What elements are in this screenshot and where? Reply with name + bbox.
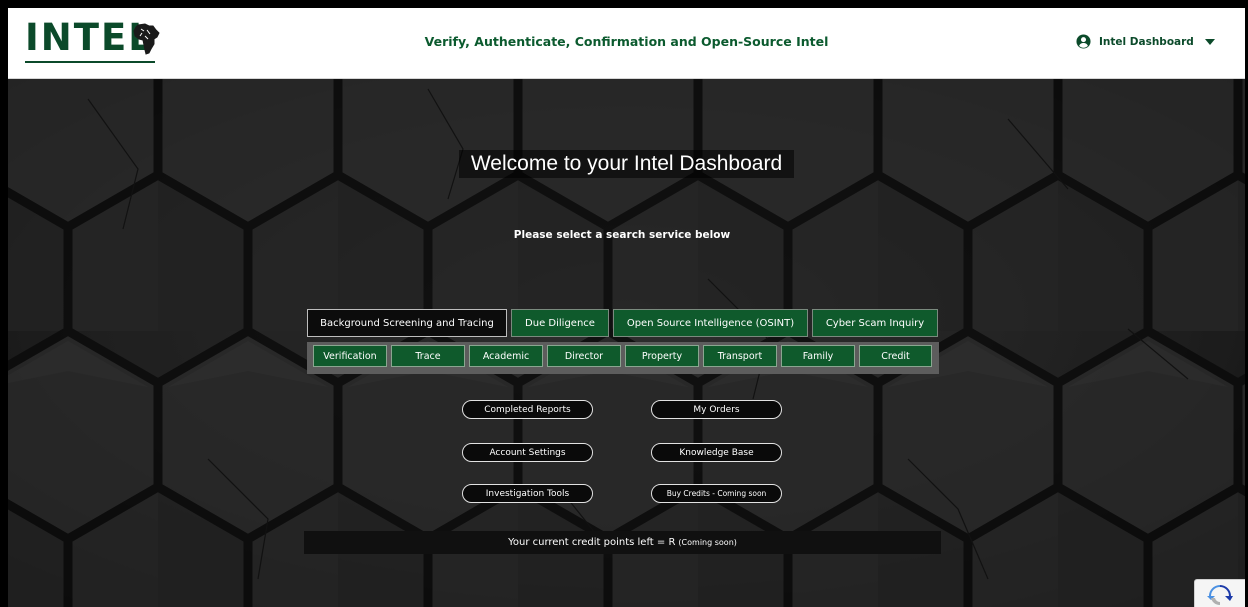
investigation-tools-button[interactable]: Investigation Tools bbox=[462, 484, 593, 503]
service-prompt: Please select a search service below bbox=[513, 229, 731, 241]
subtab-academic[interactable]: Academic bbox=[469, 345, 543, 367]
logo-underline bbox=[25, 61, 155, 63]
completed-reports-button[interactable]: Completed Reports bbox=[462, 400, 593, 419]
subtab-property[interactable]: Property bbox=[625, 345, 699, 367]
service-tabs: Background Screening and Tracing Due Dil… bbox=[307, 309, 942, 337]
subtab-director[interactable]: Director bbox=[547, 345, 621, 367]
recaptcha-icon bbox=[1207, 585, 1233, 606]
subtab-transport[interactable]: Transport bbox=[703, 345, 777, 367]
user-menu-dropdown[interactable]: Intel Dashboard bbox=[1076, 34, 1215, 49]
tab-due-diligence[interactable]: Due Diligence bbox=[511, 309, 609, 337]
subtab-trace[interactable]: Trace bbox=[391, 345, 465, 367]
credit-points-text: Your current credit points left = R bbox=[508, 537, 676, 548]
credit-points-bar: Your current credit points left = R (Com… bbox=[304, 531, 941, 554]
my-orders-button[interactable]: My Orders bbox=[651, 400, 782, 419]
site-tagline: Verify, Authenticate, Confirmation and O… bbox=[424, 34, 829, 49]
welcome-heading: Welcome to your Intel Dashboard bbox=[458, 150, 795, 178]
subtab-credit[interactable]: Credit bbox=[859, 345, 932, 367]
tab-cyber-scam-inquiry[interactable]: Cyber Scam Inquiry bbox=[812, 309, 938, 337]
buy-credits-button[interactable]: Buy Credits - Coming soon bbox=[651, 484, 782, 503]
top-header: INTEL Verify, Authenticate, Confirmation… bbox=[8, 8, 1245, 79]
user-circle-icon bbox=[1076, 34, 1091, 49]
tab-background-screening[interactable]: Background Screening and Tracing bbox=[307, 309, 507, 337]
subtab-verification[interactable]: Verification bbox=[313, 345, 387, 367]
account-settings-button[interactable]: Account Settings bbox=[462, 443, 593, 462]
dashboard-main: Welcome to your Intel Dashboard Please s… bbox=[8, 79, 1245, 607]
caret-down-icon bbox=[1204, 38, 1215, 45]
subservice-bar: Verification Trace Academic Director Pro… bbox=[307, 342, 939, 374]
recaptcha-badge[interactable] bbox=[1194, 579, 1245, 607]
tab-osint[interactable]: Open Source Intelligence (OSINT) bbox=[613, 309, 808, 337]
user-menu-label: Intel Dashboard bbox=[1099, 35, 1194, 48]
credit-points-note: (Coming soon) bbox=[678, 538, 737, 547]
welcome-banner: Welcome to your Intel Dashboard bbox=[8, 150, 1245, 178]
knowledge-base-button[interactable]: Knowledge Base bbox=[651, 443, 782, 462]
subtab-family[interactable]: Family bbox=[781, 345, 855, 367]
